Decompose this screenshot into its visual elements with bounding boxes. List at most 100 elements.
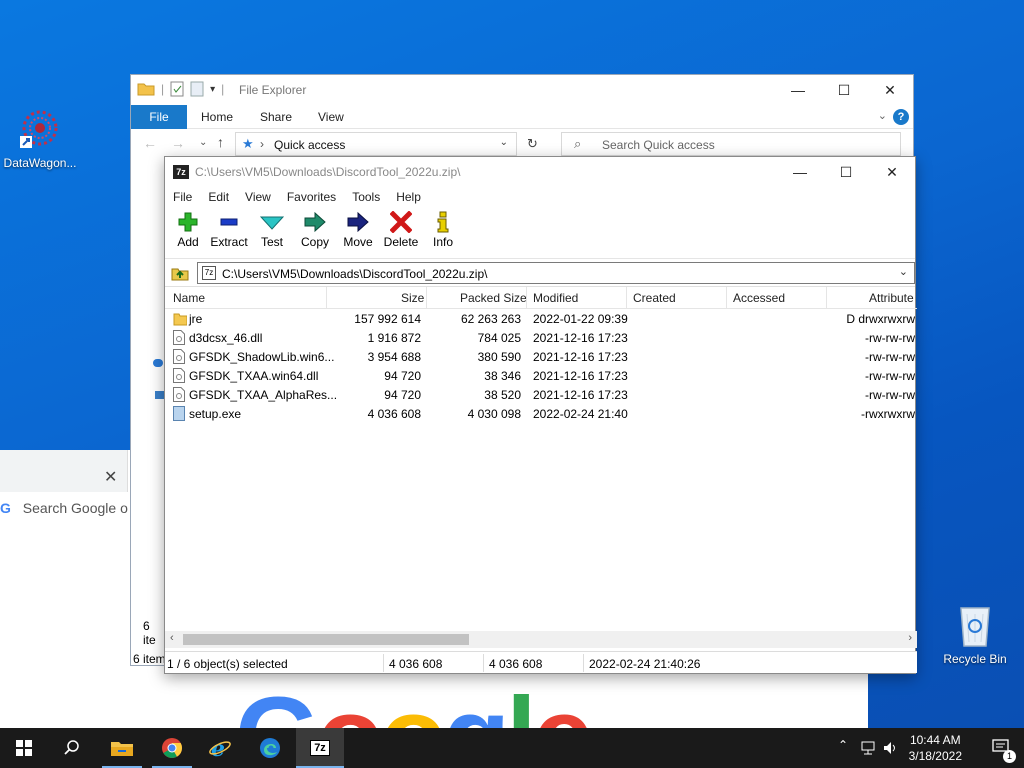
- up-icon[interactable]: ↑: [217, 134, 224, 150]
- scroll-right-icon[interactable]: ›: [908, 632, 912, 644]
- table-row[interactable]: setup.exe 4 036 608 4 030 098 2022-02-24…: [165, 404, 917, 423]
- taskbar-file-explorer[interactable]: [98, 728, 146, 768]
- taskbar-edge[interactable]: [246, 728, 294, 768]
- volume-icon[interactable]: [882, 740, 898, 756]
- check-icon: [260, 216, 284, 230]
- forward-icon[interactable]: →: [171, 135, 185, 151]
- menu-view[interactable]: View: [237, 187, 279, 207]
- sevenzip-path-input[interactable]: 7z C:\Users\VM5\Downloads\DiscordTool_20…: [197, 262, 915, 284]
- taskbar-7zip[interactable]: 7z: [296, 728, 344, 768]
- close-icon[interactable]: ✕: [867, 75, 913, 105]
- path-dropdown-icon[interactable]: ⌄: [899, 265, 908, 278]
- row-name: GFSDK_ShadowLib.win6...: [189, 350, 335, 364]
- notifications-button[interactable]: 1: [992, 738, 1016, 763]
- start-button[interactable]: [0, 728, 48, 768]
- minimize-icon[interactable]: —: [775, 75, 821, 105]
- ribbon-tab-share[interactable]: Share: [246, 105, 306, 129]
- move-arrow-icon: [347, 211, 369, 233]
- scrollbar-thumb[interactable]: [183, 634, 469, 645]
- table-row[interactable]: GFSDK_TXAA.win64.dll 94 720 38 346 2021-…: [165, 366, 917, 385]
- col-size[interactable]: Size: [401, 291, 424, 305]
- info-button[interactable]: Info: [420, 211, 466, 249]
- scroll-left-icon[interactable]: ‹: [170, 632, 174, 644]
- menu-tools[interactable]: Tools: [344, 187, 388, 207]
- plus-icon: [178, 212, 198, 232]
- close-icon[interactable]: ✕: [869, 157, 915, 187]
- col-attribute[interactable]: Attribute: [869, 291, 914, 305]
- col-packed-size[interactable]: Packed Size: [460, 291, 527, 305]
- info-icon: [437, 211, 449, 233]
- table-row[interactable]: GFSDK_TXAA_AlphaRes... 94 720 38 520 202…: [165, 385, 917, 404]
- desktop-icon-recycle-bin[interactable]: Recycle Bin: [935, 600, 1015, 666]
- clock-date: 3/18/2022: [908, 749, 962, 763]
- col-accessed[interactable]: Accessed: [733, 291, 785, 305]
- sevenzip-title-bar: 7z C:\Users\VM5\Downloads\DiscordTool_20…: [165, 157, 915, 187]
- edge-icon: [260, 738, 280, 758]
- exe-file-icon: [173, 406, 185, 421]
- ribbon-expand-icon[interactable]: ⌄: [878, 109, 887, 122]
- sevenzip-file-list: Name Size Packed Size Modified Created A…: [165, 287, 917, 633]
- move-button[interactable]: Move: [335, 211, 381, 249]
- col-modified[interactable]: Modified: [533, 291, 578, 305]
- ribbon-tab-file[interactable]: File: [131, 105, 187, 129]
- chrome-icon: [162, 738, 183, 758]
- test-button[interactable]: Test: [249, 211, 295, 249]
- new-folder-icon[interactable]: [190, 81, 204, 97]
- table-row[interactable]: jre 157 992 614 62 263 263 2022-01-22 09…: [165, 309, 917, 328]
- row-name: jre: [189, 312, 203, 326]
- taskbar-search-button[interactable]: [48, 728, 96, 768]
- extract-button[interactable]: Extract: [206, 211, 252, 249]
- status-size: 4 036 608: [389, 657, 443, 671]
- row-modified: 2021-12-16 17:23: [533, 369, 628, 383]
- dll-file-icon: [173, 368, 185, 383]
- back-icon[interactable]: ←: [143, 135, 157, 151]
- refresh-icon[interactable]: ↻: [527, 136, 538, 152]
- chrome-omnibox[interactable]: G Search Google or: [0, 500, 128, 522]
- recycle-bin-icon: [951, 600, 999, 648]
- onedrive-icon[interactable]: [153, 359, 163, 367]
- explorer-search-input[interactable]: ⌕ Search Quick access: [561, 132, 901, 156]
- ribbon-tab-home[interactable]: Home: [187, 105, 247, 129]
- explorer-address-bar[interactable]: ★ › Quick access ⌄: [235, 132, 517, 156]
- dll-file-icon: [173, 349, 185, 364]
- maximize-icon[interactable]: ☐: [821, 75, 867, 105]
- desktop-icon-datawagon[interactable]: DataWagon...: [0, 104, 80, 170]
- clock[interactable]: 10:44 AM 3/18/2022: [909, 732, 962, 764]
- menu-file[interactable]: File: [165, 187, 200, 207]
- 7zip-icon: 7z: [310, 740, 330, 756]
- row-packed: 784 025: [477, 331, 521, 345]
- menu-edit[interactable]: Edit: [200, 187, 237, 207]
- folder-up-icon[interactable]: [171, 265, 189, 281]
- table-row[interactable]: GFSDK_ShadowLib.win6... 3 954 688 380 59…: [165, 347, 917, 366]
- qat-dropdown-icon[interactable]: ▾: [210, 84, 215, 95]
- network-icon[interactable]: [860, 740, 876, 756]
- maximize-icon[interactable]: ☐: [823, 157, 869, 187]
- taskbar-chrome[interactable]: [148, 728, 196, 768]
- ribbon-tab-view[interactable]: View: [304, 105, 358, 129]
- add-button[interactable]: Add: [165, 211, 211, 249]
- col-created[interactable]: Created: [633, 291, 676, 305]
- datawagon-icon: [16, 104, 64, 152]
- help-icon[interactable]: ?: [893, 109, 909, 125]
- properties-icon[interactable]: [170, 81, 184, 97]
- delete-button[interactable]: Delete: [378, 211, 424, 249]
- chrome-tab-close-icon[interactable]: ✕: [104, 467, 117, 487]
- dll-file-icon: [173, 330, 185, 345]
- menu-favorites[interactable]: Favorites: [279, 187, 344, 207]
- recent-dropdown-icon[interactable]: ⌄: [199, 137, 207, 148]
- taskbar-internet-explorer[interactable]: e: [196, 728, 244, 768]
- desktop-icon-label: Recycle Bin: [943, 652, 1007, 666]
- search-icon: ⌕: [574, 136, 582, 151]
- google-logo: Google: [235, 682, 594, 729]
- col-name[interactable]: Name: [173, 291, 205, 305]
- table-row[interactable]: d3dcsx_46.dll 1 916 872 784 025 2021-12-…: [165, 328, 917, 347]
- address-dropdown-icon[interactable]: ⌄: [500, 137, 508, 148]
- system-tray: ⌃ 10:44 AM 3/18/2022 1: [824, 728, 1024, 768]
- tray-overflow-icon[interactable]: ⌃: [838, 738, 848, 752]
- menu-help[interactable]: Help: [388, 187, 429, 207]
- copy-button[interactable]: Copy: [292, 211, 338, 249]
- horizontal-scrollbar[interactable]: ‹ ›: [165, 631, 917, 648]
- desktop: DataWagon... Recycle Bin ✕ G Search Goog…: [0, 0, 1024, 728]
- row-name: GFSDK_TXAA.win64.dll: [189, 369, 319, 383]
- minimize-icon[interactable]: —: [777, 157, 823, 187]
